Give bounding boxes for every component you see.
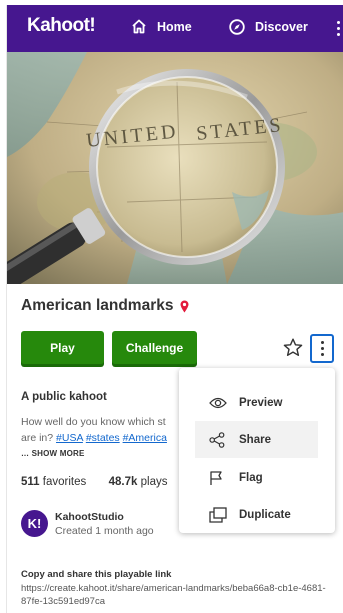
nav-more-icon[interactable] bbox=[337, 21, 341, 39]
menu-item-duplicate[interactable]: Duplicate bbox=[195, 496, 318, 533]
tag-link[interactable]: #states bbox=[86, 432, 120, 444]
plays-label: plays bbox=[140, 476, 168, 488]
nav-discover-label: Discover bbox=[255, 20, 308, 34]
tag-link[interactable]: #USA bbox=[56, 432, 83, 444]
creator-info[interactable]: K! KahootStudio Created 1 month ago bbox=[21, 510, 154, 537]
favorites-count: 511 bbox=[21, 476, 40, 488]
description-line-1: How well do you know which st bbox=[21, 416, 166, 428]
more-options-button[interactable] bbox=[310, 334, 334, 363]
share-link-url[interactable]: https://create.kahoot.it/share/american-… bbox=[21, 582, 326, 608]
kahoot-detail-page: Kahoot! Home Discover UNITED STATES Amer… bbox=[6, 5, 343, 613]
menu-item-label: Preview bbox=[239, 396, 283, 409]
favorite-star-icon[interactable] bbox=[283, 338, 303, 357]
more-options-menu: Preview Share Flag Duplicate bbox=[179, 368, 335, 533]
menu-item-flag[interactable]: Flag bbox=[195, 459, 318, 496]
description-prefix: are in? bbox=[21, 432, 57, 444]
nav-home[interactable]: Home bbox=[131, 19, 192, 34]
kahoot-title: American landmarks bbox=[21, 297, 174, 314]
menu-item-preview[interactable]: Preview bbox=[195, 384, 318, 421]
kahoot-stats: 511 favorites 48.7k plays bbox=[21, 476, 167, 488]
nav-discover[interactable]: Discover bbox=[229, 19, 308, 35]
play-button[interactable]: Play bbox=[21, 331, 104, 364]
created-date: Created 1 month ago bbox=[55, 524, 154, 537]
top-navigation-bar: Kahoot! Home Discover bbox=[7, 5, 343, 52]
duplicate-icon bbox=[209, 506, 227, 523]
map-pin-icon bbox=[180, 300, 188, 312]
nav-home-label: Home bbox=[157, 19, 192, 34]
menu-item-label: Duplicate bbox=[239, 508, 291, 521]
share-icon bbox=[209, 431, 225, 448]
avatar[interactable]: K! bbox=[21, 510, 48, 537]
plays-count: 48.7k bbox=[108, 476, 138, 488]
challenge-button[interactable]: Challenge bbox=[112, 331, 197, 364]
menu-item-label: Flag bbox=[239, 471, 263, 484]
menu-item-share[interactable]: Share bbox=[195, 421, 318, 458]
description-line-2: are in? #USA #states #America bbox=[21, 430, 181, 446]
home-icon bbox=[132, 19, 146, 34]
kahoot-description: How well do you know which st are in? #U… bbox=[21, 414, 181, 446]
kahoot-logo[interactable]: Kahoot! bbox=[27, 15, 96, 37]
share-link-label: Copy and share this playable link bbox=[21, 569, 172, 580]
show-more-link[interactable]: … SHOW MORE bbox=[21, 449, 85, 458]
creator-name[interactable]: KahootStudio bbox=[55, 511, 154, 523]
menu-item-label: Share bbox=[239, 433, 271, 446]
kahoot-title-row: American landmarks bbox=[21, 297, 189, 315]
kahoot-cover-image: UNITED STATES bbox=[7, 52, 343, 284]
favorites-label: favorites bbox=[42, 476, 87, 488]
tag-link[interactable]: #America bbox=[123, 432, 167, 444]
visibility-label: A public kahoot bbox=[21, 391, 107, 403]
eye-icon bbox=[209, 397, 227, 408]
compass-icon bbox=[229, 19, 245, 35]
flag-icon bbox=[210, 470, 222, 485]
